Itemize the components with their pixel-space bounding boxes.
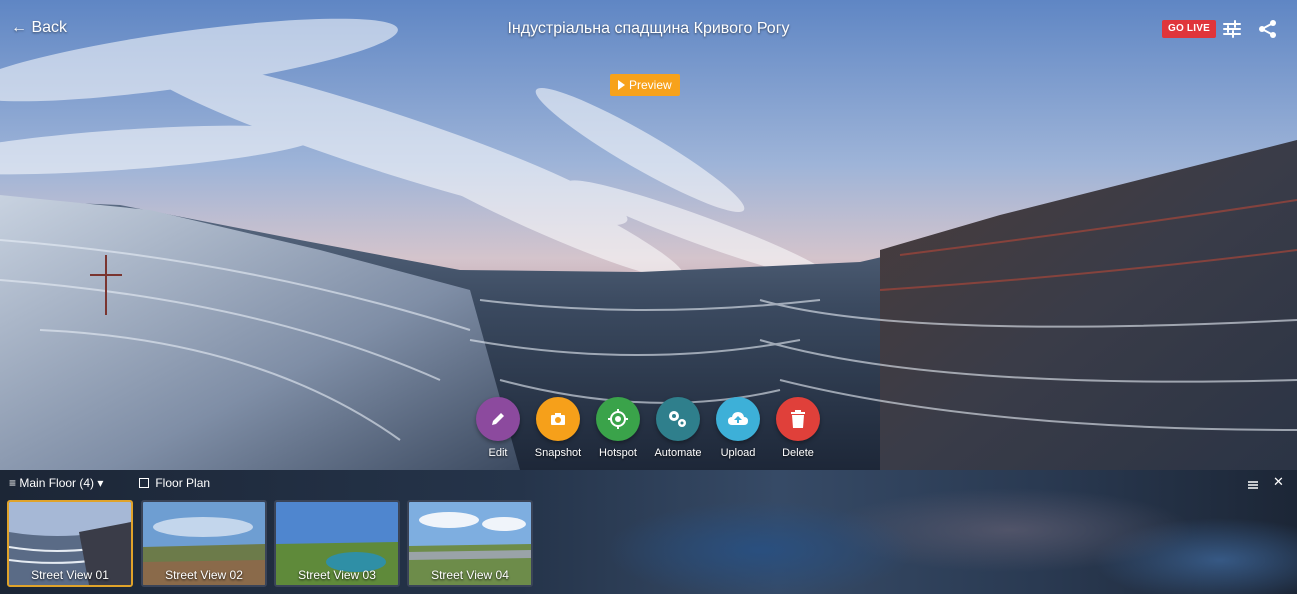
cloud-upload-icon [716, 397, 760, 441]
pencil-icon [476, 397, 520, 441]
automate-label: Automate [654, 447, 702, 459]
hotspot-label: Hotspot [599, 447, 637, 459]
target-icon [596, 397, 640, 441]
floor-dropdown-label: Main Floor (4) [19, 476, 95, 490]
upload-label: Upload [720, 447, 756, 459]
floor-plan-icon [139, 478, 149, 488]
gears-icon [656, 397, 700, 441]
thumbnail-label: Street View 04 [431, 568, 509, 582]
delete-button[interactable]: Delete [768, 397, 828, 459]
camera-icon [536, 397, 580, 441]
settings-sliders-icon[interactable] [1222, 19, 1242, 39]
edit-button[interactable]: Edit [468, 397, 528, 459]
floor-plan-label: Floor Plan [155, 476, 211, 490]
snapshot-button[interactable]: Snapshot [528, 397, 588, 459]
trash-icon [776, 397, 820, 441]
upload-button[interactable]: Upload [708, 397, 768, 459]
go-live-button[interactable]: GO LIVE [1162, 20, 1216, 38]
caret-down-icon: ▾ [97, 476, 104, 490]
back-button[interactable]: ← Back [11, 19, 67, 37]
preview-label: Preview [629, 78, 672, 92]
share-icon[interactable] [1258, 19, 1278, 39]
scene-thumbnail[interactable]: Street View 04 [407, 500, 533, 587]
thumbnail-label: Street View 03 [298, 568, 376, 582]
snapshot-label: Snapshot [534, 447, 582, 459]
delete-label: Delete [782, 447, 814, 459]
hotspot-button[interactable]: Hotspot [588, 397, 648, 459]
scene-panel: ≡ Main Floor (4) ▾ Floor Plan ✕ Street V… [0, 470, 1297, 594]
scene-thumbnail[interactable]: Street View 02 [141, 500, 267, 587]
close-icon[interactable]: ✕ [1273, 474, 1284, 490]
preview-button[interactable]: Preview [610, 74, 680, 96]
floor-dropdown[interactable]: ≡ Main Floor (4) ▾ [9, 476, 103, 490]
thumbnail-label: Street View 02 [165, 568, 243, 582]
thumbnail-label: Street View 01 [31, 568, 109, 582]
layers-icon: ≡ [9, 476, 17, 490]
play-icon [618, 80, 625, 90]
list-menu-icon[interactable] [1247, 478, 1259, 490]
edit-label: Edit [488, 447, 508, 459]
action-toolbar: Edit Snapshot Hotspot Automate Upload De… [468, 397, 828, 467]
floor-plan-button[interactable]: Floor Plan [139, 476, 210, 490]
scene-thumbnail[interactable]: Street View 01 [7, 500, 133, 587]
automate-button[interactable]: Automate [648, 397, 708, 459]
scene-thumbnail[interactable]: Street View 03 [274, 500, 400, 587]
